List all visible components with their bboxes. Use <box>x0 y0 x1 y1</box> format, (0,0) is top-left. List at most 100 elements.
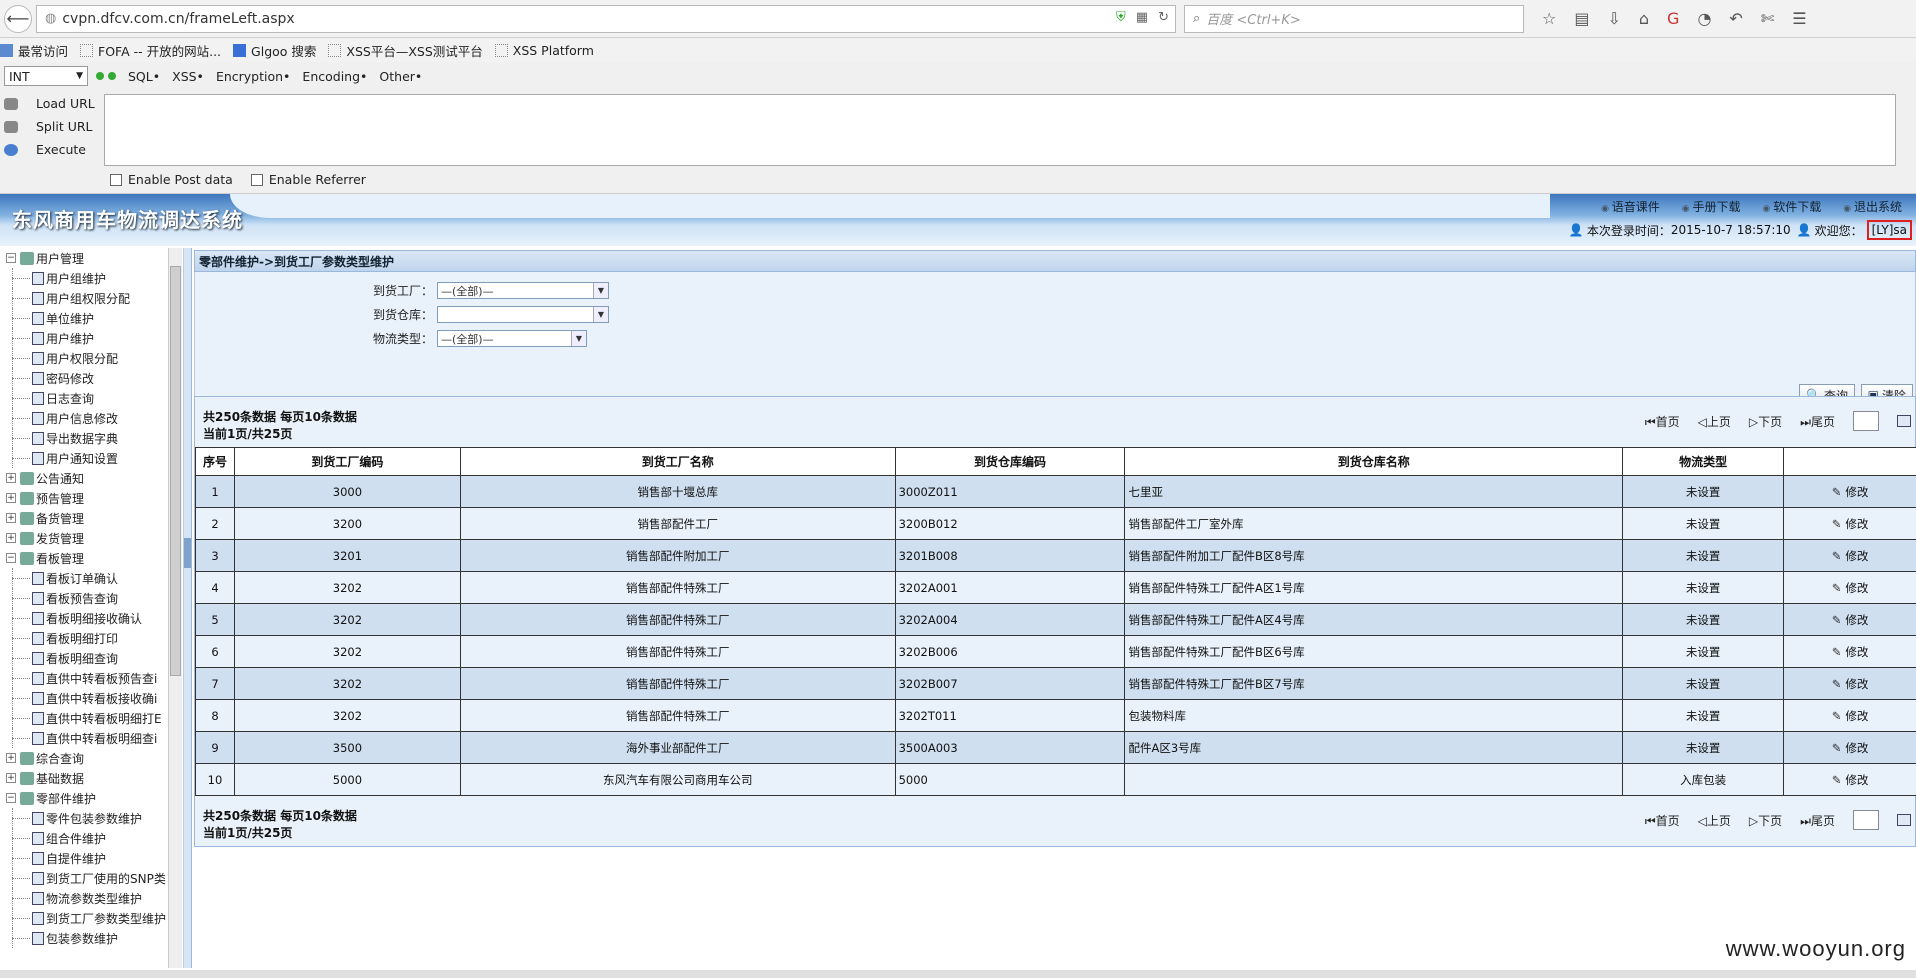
shield-icon[interactable]: ⛨ <box>1116 10 1126 25</box>
tree-item[interactable]: 密码修改 <box>0 368 183 388</box>
download-icon[interactable]: ⇩ <box>1607 9 1620 28</box>
tree-item[interactable]: 用户组维护 <box>0 268 183 288</box>
last-page-link[interactable]: ⏭尾页 <box>1800 413 1835 430</box>
go-page-icon[interactable] <box>1897 814 1911 826</box>
qr-icon[interactable]: ▦ <box>1136 10 1148 25</box>
tree-item[interactable]: 直供中转看板接收确i <box>0 688 183 708</box>
tree-group[interactable]: + 基础数据 <box>0 768 183 788</box>
plus-icon[interactable]: + <box>6 773 16 783</box>
minus-icon[interactable]: − <box>6 253 16 263</box>
split-url-button[interactable]: Split URL <box>4 115 104 138</box>
tree-item[interactable]: 看板明细接收确认 <box>0 608 183 628</box>
collapse-handle[interactable] <box>184 538 191 568</box>
tree-group[interactable]: + 预告管理 <box>0 488 183 508</box>
edit-link[interactable]: ✎ 修改 <box>1783 475 1916 508</box>
factory-select[interactable]: —(全部)— ▼ <box>437 282 609 299</box>
hackbar-url-textarea[interactable] <box>104 94 1896 166</box>
tree-group[interactable]: − 看板管理 <box>0 548 183 568</box>
reading-list-icon[interactable]: ▤ <box>1574 9 1589 28</box>
link-voice-course[interactable]: 语音课件 <box>1601 198 1660 215</box>
tree-item[interactable]: 导出数据字典 <box>0 428 183 448</box>
enable-referrer-checkbox[interactable]: Enable Referrer <box>250 172 366 187</box>
link-manual-download[interactable]: 手册下载 <box>1682 198 1741 215</box>
search-input[interactable]: ⌕ 百度 <Ctrl+K> <box>1184 4 1524 33</box>
tree-item[interactable]: 单位维护 <box>0 308 183 328</box>
edit-link[interactable]: ✎ 修改 <box>1783 571 1916 604</box>
link-logout[interactable]: 退出系统 <box>1843 198 1902 215</box>
tree-item[interactable]: 看板预告查询 <box>0 588 183 608</box>
tree-group[interactable]: − 用户管理 <box>0 248 183 268</box>
tree-item[interactable]: 零件包装参数维护 <box>0 808 183 828</box>
menu-icon[interactable]: ☰ <box>1792 9 1806 28</box>
bookmark-item[interactable]: Glgoo 搜索 <box>233 41 316 60</box>
prev-page-link[interactable]: ◁上页 <box>1698 812 1731 829</box>
tree-item[interactable]: 用户信息修改 <box>0 408 183 428</box>
tree-item[interactable]: 用户维护 <box>0 328 183 348</box>
prev-page-link[interactable]: ◁上页 <box>1698 413 1731 430</box>
tree-group[interactable]: + 公告通知 <box>0 468 183 488</box>
address-bar[interactable]: ◍ cvpn.dfcv.com.cn/frameLeft.aspx ⛨ ▦ ↻ <box>36 4 1176 33</box>
tree-item[interactable]: 直供中转看板预告查i <box>0 668 183 688</box>
hackbar-menu-sql[interactable]: SQL• <box>128 69 160 84</box>
logistics-type-select[interactable]: —(全部)— ▼ <box>437 330 587 347</box>
bookmark-item[interactable]: XSS Platform <box>494 43 594 58</box>
plus-icon[interactable]: + <box>6 753 16 763</box>
execute-button[interactable]: Execute <box>4 138 104 161</box>
tree-item[interactable]: 用户通知设置 <box>0 448 183 468</box>
scrollbar-thumb[interactable] <box>170 266 181 676</box>
edit-link[interactable]: ✎ 修改 <box>1783 731 1916 764</box>
edit-link[interactable]: ✎ 修改 <box>1783 667 1916 700</box>
tree-item[interactable]: 自提件维护 <box>0 848 183 868</box>
minus-icon[interactable]: − <box>6 793 16 803</box>
tree-item[interactable]: 组合件维护 <box>0 828 183 848</box>
tree-item[interactable]: 直供中转看板明细查i <box>0 728 183 748</box>
bookmark-item[interactable]: 最常访问 <box>0 41 68 60</box>
edit-link[interactable]: ✎ 修改 <box>1783 603 1916 636</box>
tree-item[interactable]: 物流参数类型维护 <box>0 888 183 908</box>
load-url-button[interactable]: Load URL <box>4 92 104 115</box>
tree-item[interactable]: 到货工厂参数类型维护 <box>0 908 183 928</box>
hackbar-menu-encoding[interactable]: Encoding• <box>302 69 367 84</box>
tree-item[interactable]: 用户组权限分配 <box>0 288 183 308</box>
edit-link[interactable]: ✎ 修改 <box>1783 635 1916 668</box>
page-number-input[interactable] <box>1853 411 1879 431</box>
hackbar-menu-other[interactable]: Other• <box>379 69 422 84</box>
first-page-link[interactable]: ⏮首页 <box>1645 812 1680 829</box>
tree-item[interactable]: 用户权限分配 <box>0 348 183 368</box>
next-page-link[interactable]: ▷下页 <box>1749 413 1782 430</box>
last-page-link[interactable]: ⏭尾页 <box>1800 812 1835 829</box>
edit-link[interactable]: ✎ 修改 <box>1783 507 1916 540</box>
edit-link[interactable]: ✎ 修改 <box>1783 699 1916 732</box>
link-software-download[interactable]: 软件下载 <box>1763 198 1821 215</box>
sidebar-collapse-bar[interactable] <box>184 248 192 968</box>
chat-icon[interactable]: ◔ <box>1697 9 1711 28</box>
page-number-input[interactable] <box>1853 810 1879 830</box>
bookmark-item[interactable]: XSS平台—XSS测试平台 <box>328 41 483 60</box>
star-icon[interactable]: ☆ <box>1542 9 1556 28</box>
hackbar-menu-encryption[interactable]: Encryption• <box>216 69 290 84</box>
warehouse-select[interactable]: ▼ <box>437 306 609 323</box>
plus-icon[interactable]: + <box>6 473 16 483</box>
tree-item[interactable]: 到货工厂使用的SNP类 <box>0 868 183 888</box>
tree-scrollbar[interactable] <box>168 248 182 968</box>
tree-item[interactable]: 看板订单确认 <box>0 568 183 588</box>
tree-item[interactable]: 日志查询 <box>0 388 183 408</box>
go-page-icon[interactable] <box>1897 415 1911 427</box>
plus-icon[interactable]: + <box>6 493 16 503</box>
tree-item[interactable]: 直供中转看板明细打E <box>0 708 183 728</box>
home-icon[interactable]: ⌂ <box>1639 9 1649 28</box>
tree-group[interactable]: + 综合查询 <box>0 748 183 768</box>
tree-group[interactable]: + 发货管理 <box>0 528 183 548</box>
hackbar-menu-xss[interactable]: XSS• <box>172 69 204 84</box>
enable-post-checkbox[interactable]: Enable Post data <box>110 172 233 187</box>
plus-icon[interactable]: + <box>6 513 16 523</box>
tools-icon[interactable]: ✄ <box>1761 9 1774 28</box>
tree-group[interactable]: − 零部件维护 <box>0 788 183 808</box>
undo-icon[interactable]: ↶ <box>1729 9 1742 28</box>
edit-link[interactable]: ✎ 修改 <box>1783 763 1916 796</box>
tree-item[interactable]: 看板明细打印 <box>0 628 183 648</box>
plus-icon[interactable]: + <box>6 533 16 543</box>
first-page-link[interactable]: ⏮首页 <box>1645 413 1680 430</box>
tree-item[interactable]: 看板明细查询 <box>0 648 183 668</box>
next-page-link[interactable]: ▷下页 <box>1749 812 1782 829</box>
